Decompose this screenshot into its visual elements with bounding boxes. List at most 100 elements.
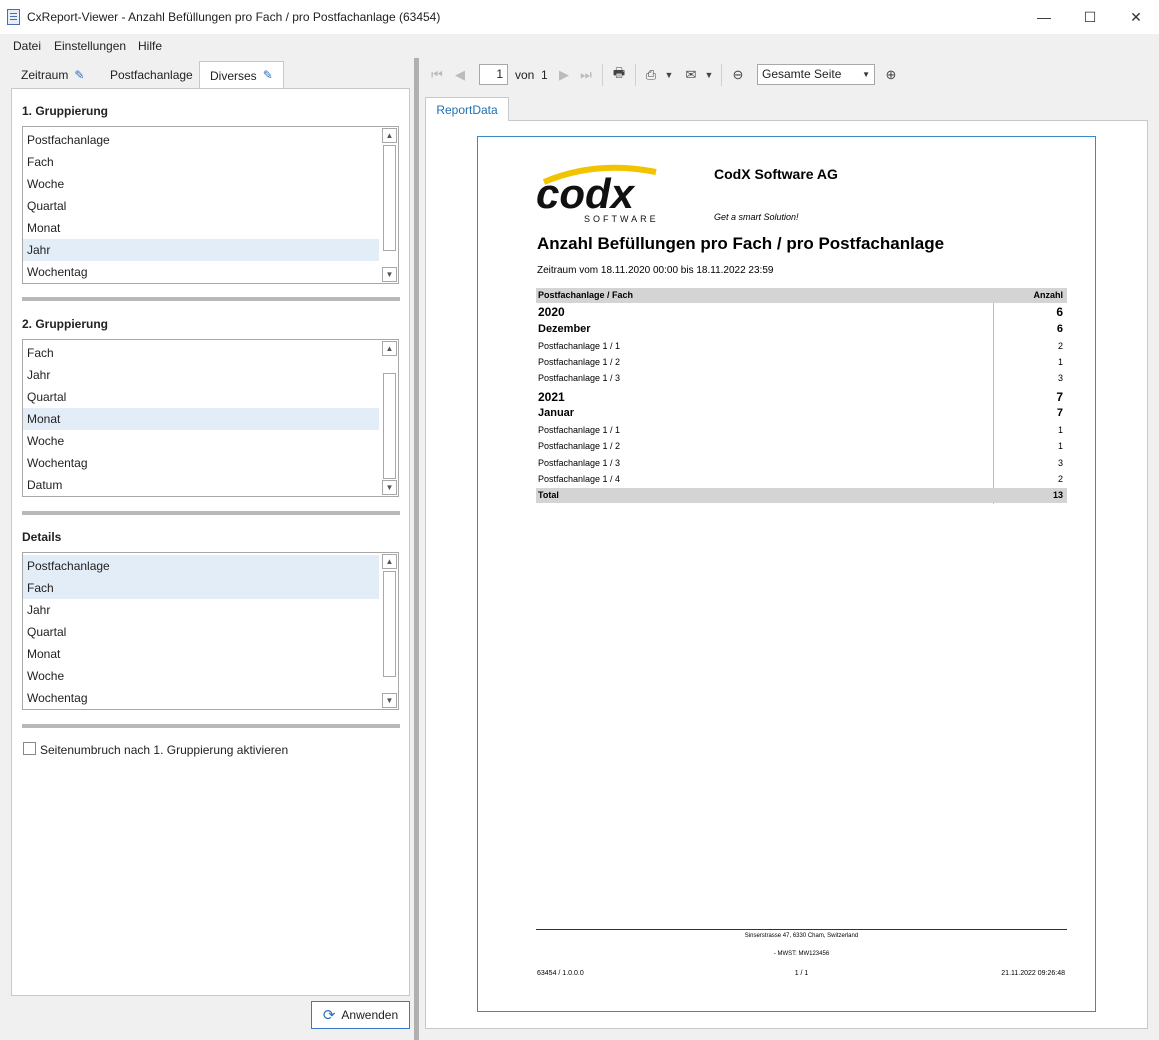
group2-list[interactable]: Fach Jahr Quartal Monat Woche Wochentag … xyxy=(22,339,399,497)
row-label: Januar xyxy=(538,407,575,419)
page-number-input[interactable]: 1 xyxy=(479,64,508,85)
list-item-selected[interactable]: Fach xyxy=(23,577,379,599)
logo-sub: SOFTWARE xyxy=(584,214,659,224)
list-item[interactable]: Quartal xyxy=(23,621,379,643)
last-page-icon[interactable]: ⏭ xyxy=(579,66,593,84)
tab-postfachanlage[interactable]: Postfachanlage xyxy=(100,62,203,88)
row-label: Dezember xyxy=(538,323,591,335)
scroll-thumb[interactable] xyxy=(383,145,396,251)
tab-label: Zeitraum xyxy=(21,68,69,82)
table-row: 2020 6 xyxy=(536,305,1067,321)
row-value: 7 xyxy=(1056,390,1063,404)
toolbar-separator xyxy=(602,64,603,86)
list-item[interactable]: Datum xyxy=(23,474,379,496)
list-item-selected[interactable]: Postfachanlage xyxy=(23,555,379,577)
row-label: 2020 xyxy=(538,305,565,319)
scroll-down-icon[interactable]: ▼ xyxy=(382,267,397,282)
row-label: Postfachanlage 1 / 2 xyxy=(538,357,621,367)
divider xyxy=(22,724,400,728)
row-value: 7 xyxy=(1056,407,1063,419)
tab-label: Diverses xyxy=(210,68,257,83)
report-period: Zeitraum vom 18.11.2020 00:00 bis 18.11.… xyxy=(537,265,774,276)
list-item-selected[interactable]: Monat xyxy=(23,408,379,430)
scrollbar[interactable]: ▲ ▼ xyxy=(382,554,397,708)
list-item[interactable]: Monat xyxy=(23,217,379,239)
header-left: Postfachanlage / Fach xyxy=(538,290,634,300)
list-item[interactable]: Fach xyxy=(23,151,379,173)
pencil-icon: ✎ xyxy=(262,68,273,82)
list-item[interactable]: Quartal xyxy=(23,195,379,217)
tab-diverses[interactable]: Diverses ✎ xyxy=(199,61,284,89)
table-row: Postfachanlage 1 / 3 3 xyxy=(536,458,1067,474)
list-item[interactable]: Wochentag xyxy=(23,261,379,283)
apply-button[interactable]: ⟳ Anwenden xyxy=(311,1001,410,1029)
row-label: Postfachanlage 1 / 1 xyxy=(538,425,621,435)
total-pages: 1 xyxy=(541,68,548,82)
list-item-selected[interactable]: Jahr xyxy=(23,239,379,261)
list-item[interactable]: Wochentag xyxy=(23,687,379,709)
page-break-checkbox[interactable] xyxy=(23,742,36,755)
table-total-row: Total 13 xyxy=(536,488,1067,503)
scroll-down-icon[interactable]: ▼ xyxy=(382,480,397,495)
list-item[interactable]: Jahr xyxy=(23,599,379,621)
list-item[interactable]: Jahr xyxy=(23,364,379,386)
scrollbar[interactable]: ▲ ▼ xyxy=(382,341,397,495)
maximize-button[interactable]: ☐ xyxy=(1067,0,1113,34)
scroll-up-icon[interactable]: ▲ xyxy=(382,554,397,569)
scroll-thumb[interactable] xyxy=(383,571,396,677)
list-item[interactable]: Fach xyxy=(23,342,379,364)
export-icon[interactable]: ⎙ xyxy=(642,66,660,84)
panel-splitter[interactable] xyxy=(414,58,419,1040)
first-page-icon[interactable]: ⏮ xyxy=(430,66,444,84)
footer-rule xyxy=(536,929,1067,930)
toolbar-separator xyxy=(721,64,722,86)
company-name: CodX Software AG xyxy=(714,166,838,182)
group1-list[interactable]: Postfachanlage Fach Woche Quartal Monat … xyxy=(22,126,399,284)
tab-reportdata[interactable]: ReportData xyxy=(425,97,509,121)
details-list[interactable]: Postfachanlage Fach Jahr Quartal Monat W… xyxy=(22,552,399,710)
window-title: CxReport-Viewer - Anzahl Befüllungen pro… xyxy=(27,10,441,24)
list-item[interactable]: Woche xyxy=(23,665,379,687)
scroll-down-icon[interactable]: ▼ xyxy=(382,693,397,708)
menu-bar: Datei Einstellungen Hilfe xyxy=(0,34,1159,58)
previous-page-icon[interactable]: ◀ xyxy=(453,66,467,84)
mail-icon[interactable]: ✉ xyxy=(682,66,700,84)
scroll-up-icon[interactable]: ▲ xyxy=(382,128,397,143)
minimize-button[interactable]: — xyxy=(1021,0,1067,34)
footer-vat: - MWST: MW123456 xyxy=(773,951,830,957)
scrollbar[interactable]: ▲ ▼ xyxy=(382,128,397,282)
row-label: Postfachanlage 1 / 2 xyxy=(538,441,621,451)
row-value: 1 xyxy=(1057,441,1063,451)
export-dropdown-icon[interactable]: ▼ xyxy=(664,66,674,84)
menu-einstellungen[interactable]: Einstellungen xyxy=(54,39,126,53)
list-item[interactable]: Woche xyxy=(23,173,379,195)
scroll-thumb[interactable] xyxy=(383,373,396,479)
row-value: 3 xyxy=(1057,458,1063,468)
mail-dropdown-icon[interactable]: ▼ xyxy=(704,66,714,84)
footer-address: Sinserstrasse 47, 6330 Cham, Switzerland xyxy=(744,933,859,939)
list-item[interactable]: Wochentag xyxy=(23,452,379,474)
menu-datei[interactable]: Datei xyxy=(13,39,41,53)
zoom-select[interactable]: Gesamte Seite xyxy=(757,64,875,85)
total-value: 13 xyxy=(1052,490,1063,500)
list-item[interactable]: Quartal xyxy=(23,386,379,408)
print-icon[interactable]: 🖶 xyxy=(610,65,628,84)
list-item[interactable]: Monat xyxy=(23,643,379,665)
row-label: Postfachanlage 1 / 3 xyxy=(538,458,621,468)
scroll-up-icon[interactable]: ▲ xyxy=(382,341,397,356)
next-page-icon[interactable]: ▶ xyxy=(557,66,571,84)
tab-zeitraum[interactable]: Zeitraum ✎ xyxy=(11,62,97,88)
close-button[interactable]: ✕ xyxy=(1113,0,1159,34)
row-value: 2 xyxy=(1057,341,1063,351)
list-item[interactable]: Woche xyxy=(23,430,379,452)
zoom-out-icon[interactable]: ⊖ xyxy=(729,66,747,84)
table-row: Dezember 6 xyxy=(536,323,1067,339)
zoom-in-icon[interactable]: ⊕ xyxy=(882,66,900,84)
group1-title: 1. Gruppierung xyxy=(22,104,109,118)
table-row: Postfachanlage 1 / 2 1 xyxy=(536,357,1067,373)
menu-hilfe[interactable]: Hilfe xyxy=(138,39,162,53)
slogan: Get a smart Solution! xyxy=(714,212,799,222)
apply-label: Anwenden xyxy=(341,1008,399,1022)
row-value: 1 xyxy=(1057,425,1063,435)
list-item[interactable]: Postfachanlage xyxy=(23,129,379,151)
